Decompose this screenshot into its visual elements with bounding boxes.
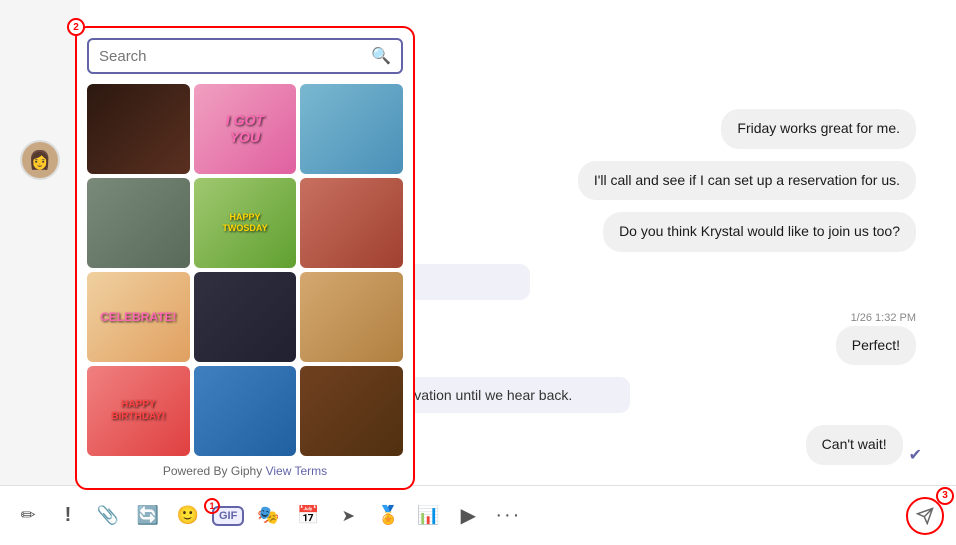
- sidebar: 👩: [0, 0, 80, 485]
- timestamp-5: 1/26 1:32 PM: [851, 312, 916, 324]
- message-3: Do you think Krystal would like to join …: [603, 212, 916, 252]
- gif-item-8[interactable]: [194, 272, 297, 362]
- gif-item-3[interactable]: [300, 84, 403, 174]
- giphy-footer: Powered By Giphy View Terms: [87, 464, 403, 478]
- praise-icon[interactable]: 🏅: [372, 500, 404, 532]
- gif-label-2: I GOT YOU: [219, 112, 270, 146]
- gif-label-7: CELEBRATE!: [100, 310, 176, 324]
- loop-icon[interactable]: 🔄: [132, 500, 164, 532]
- attachment-icon[interactable]: 📎: [92, 500, 124, 532]
- toolbar: ✏ ! 📎 🔄 🙂 GIF 1 🎭 📅 ➤ 🏅 📊 ▶ ··· 3: [0, 485, 956, 545]
- search-icon: 🔍: [371, 46, 391, 66]
- send-icon: [916, 507, 934, 525]
- emoji-icon[interactable]: 🙂: [172, 500, 204, 532]
- gif-label-10: HAPPY BIRTHDAY!: [111, 399, 165, 423]
- send-button-wrapper: 3: [906, 497, 944, 535]
- read-check-icon: ✔: [909, 445, 922, 465]
- gif-item-1[interactable]: [87, 84, 190, 174]
- gif-item-11[interactable]: [194, 366, 297, 456]
- send-badge-3: 3: [936, 487, 954, 505]
- gif-item-5[interactable]: HAPPYTWOSDAY: [194, 178, 297, 268]
- gif-item-7[interactable]: CELEBRATE!: [87, 272, 190, 362]
- schedule-icon[interactable]: 📅: [292, 500, 324, 532]
- gif-item-9[interactable]: [300, 272, 403, 362]
- gif-item-10[interactable]: HAPPY BIRTHDAY!: [87, 366, 190, 456]
- message-7: Can't wait!: [806, 425, 903, 465]
- gif-popup: 2 🔍 I GOT YOU HAPPYTWOSDAY CELEBRATE! HA…: [75, 26, 415, 490]
- gif-item-4[interactable]: [87, 178, 190, 268]
- more-options-icon[interactable]: ···: [492, 500, 524, 532]
- powered-by-giphy: Powered By Giphy: [163, 464, 262, 478]
- gif-badge-1: 1: [204, 498, 220, 514]
- gif-item-2[interactable]: I GOT YOU: [194, 84, 297, 174]
- stream-icon[interactable]: 📊: [412, 500, 444, 532]
- sticker-icon[interactable]: 🎭: [252, 500, 284, 532]
- gif-label: GIF: [219, 510, 237, 522]
- message-2: I'll call and see if I can set up a rese…: [578, 161, 916, 201]
- search-input[interactable]: [99, 48, 371, 65]
- view-terms-link[interactable]: View Terms: [266, 464, 328, 478]
- meet-icon[interactable]: ➤: [332, 500, 364, 532]
- avatar: 👩: [20, 140, 60, 180]
- search-bar[interactable]: 🔍: [87, 38, 403, 74]
- gif-label-5: HAPPYTWOSDAY: [222, 212, 267, 234]
- gif-item-6[interactable]: [300, 178, 403, 268]
- popup-badge-2: 2: [67, 18, 85, 36]
- exclamation-icon[interactable]: !: [52, 500, 84, 532]
- message-1: Friday works great for me.: [721, 109, 916, 149]
- gif-button-wrapper: GIF 1: [212, 506, 244, 526]
- gif-item-12[interactable]: [300, 366, 403, 456]
- pen-icon[interactable]: ✏: [12, 500, 44, 532]
- message-5: Perfect!: [836, 326, 916, 366]
- gif-grid: I GOT YOU HAPPYTWOSDAY CELEBRATE! HAPPY …: [87, 84, 403, 456]
- video-icon[interactable]: ▶: [452, 500, 484, 532]
